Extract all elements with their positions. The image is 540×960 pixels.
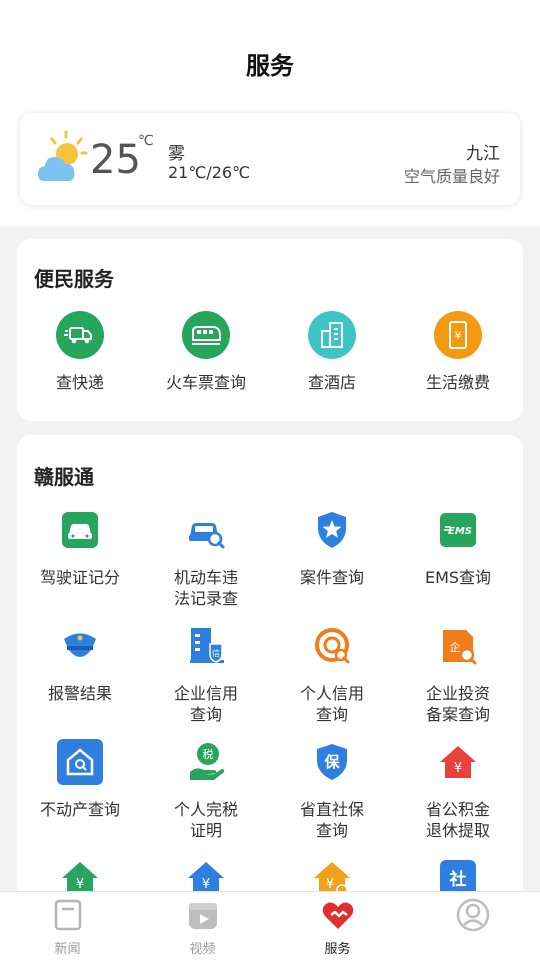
car-icon [62, 512, 98, 548]
ganfutong-card: 赣服通 驾驶证记分 机动车违 法记录查 案件查询 EMS EMS查询 报警结果 … [17, 435, 523, 905]
svg-text:¥: ¥ [326, 877, 334, 892]
temperature-range: 21℃/26℃ [168, 163, 251, 182]
svg-text:¥: ¥ [76, 877, 84, 892]
service-label-line2: 证明 [189, 821, 222, 840]
investment-icon: 企 [443, 630, 477, 665]
service-label: 省直社保 [299, 800, 364, 819]
temperature: 25 [90, 137, 141, 183]
service-label: 生活缴费 [425, 373, 490, 392]
service-label-line2: 法记录查 [173, 589, 238, 608]
house-search-icon [57, 739, 103, 785]
service-label-line2: 查询 [315, 821, 348, 840]
service-label: 案件查询 [299, 568, 364, 587]
service-label: 报警结果 [47, 684, 112, 703]
service-bills[interactable]: ¥ 生活缴费 [395, 311, 521, 393]
svg-text:企: 企 [450, 640, 461, 654]
tab-service[interactable]: 服务 [270, 898, 405, 957]
city-name: 九江 [466, 144, 500, 164]
company-credit-icon: 信 [190, 628, 224, 663]
service-tax-certificate[interactable]: 税 个人完税 证明 [143, 738, 269, 841]
svg-text:¥: ¥ [202, 877, 210, 892]
svg-text:¥: ¥ [455, 329, 462, 342]
service-label: 驾驶证记分 [39, 568, 120, 587]
car-search-icon [189, 523, 225, 549]
tab-label: 服务 [324, 942, 351, 957]
service-investment-filing[interactable]: 企 企业投资备案查询 [395, 622, 521, 725]
service-label: 企业投资 [425, 684, 490, 703]
service-label: 查快递 [55, 373, 104, 392]
svg-text:¥: ¥ [454, 761, 462, 776]
service-label: 个人完税 [173, 800, 238, 819]
service-label: 个人信用 [299, 684, 364, 703]
service-license-points[interactable]: 驾驶证记分 [17, 506, 143, 588]
ems-icon: EMS [440, 513, 476, 547]
hotel-icon [308, 311, 356, 359]
service-hotel[interactable]: 查酒店 [269, 311, 395, 393]
service-social-security[interactable]: 保 省直社保 查询 [269, 738, 395, 841]
service-label: 火车票查询 [165, 373, 246, 392]
service-label-line2: 退休提取 [425, 821, 490, 840]
service-label: 企业信用 [173, 684, 238, 703]
convenience-title: 便民服务 [34, 267, 114, 291]
ganfutong-title: 赣服通 [34, 465, 94, 489]
service-vehicle-violation[interactable]: 机动车违 法记录查 [143, 506, 269, 609]
service-label: EMS查询 [424, 568, 492, 587]
video-icon [188, 903, 217, 929]
service-label-line2: 备案查询 [425, 705, 490, 724]
personal-credit-icon [315, 628, 350, 664]
air-quality: 空气质量良好 [403, 167, 500, 186]
police-cap-icon [64, 633, 96, 657]
service-label: 机动车违 [173, 568, 238, 587]
phone-bill-icon: ¥ [434, 311, 482, 359]
svg-text:信: 信 [212, 648, 220, 658]
service-company-credit[interactable]: 信 企业信用查询 [143, 622, 269, 725]
service-train[interactable]: 火车票查询 [143, 311, 269, 393]
tab-label: 视频 [189, 942, 216, 957]
service-label: 不动产查询 [39, 800, 120, 819]
tab-label: 新闻 [54, 942, 81, 957]
service-heart-icon [322, 902, 353, 929]
user-avatar-icon [456, 898, 489, 932]
tab-profile[interactable] [405, 898, 540, 938]
train-icon [182, 311, 230, 359]
service-label: 查酒店 [307, 373, 356, 392]
truck-icon [56, 311, 104, 359]
bottom-tab-bar: 新闻 视频 服务 [0, 891, 540, 960]
svg-text:保: 保 [323, 753, 340, 771]
service-ems-query[interactable]: EMS EMS查询 [395, 506, 521, 588]
service-case-query[interactable]: 案件查询 [269, 506, 395, 588]
temperature-unit: ℃ [138, 133, 154, 149]
page-title: 服务 [246, 52, 294, 80]
service-label-line2: 查询 [315, 705, 348, 724]
service-label-line2: 查询 [189, 705, 222, 724]
news-icon [54, 899, 81, 931]
tab-news[interactable]: 新闻 [0, 898, 135, 957]
service-police-result[interactable]: 报警结果 [17, 622, 143, 704]
fog-sun-icon [38, 130, 88, 181]
weather-card[interactable]: 25 ℃ 雾 21℃/26℃ 九江 空气质量良好 [20, 113, 520, 205]
weather-condition: 雾 [168, 144, 185, 164]
convenience-card: 便民服务 查快递 火车票查询 查酒店 ¥ 生活缴费 [17, 239, 523, 421]
service-personal-credit[interactable]: 个人信用 查询 [269, 622, 395, 725]
tax-icon: 税 [190, 743, 225, 780]
housing-fund-icon: ¥ [440, 746, 476, 778]
police-badge-icon [318, 512, 346, 548]
service-express[interactable]: 查快递 [17, 311, 143, 393]
service-housing-fund[interactable]: ¥ 省公积金退休提取 [395, 738, 521, 841]
tab-video[interactable]: 视频 [135, 898, 270, 957]
svg-text:税: 税 [203, 747, 214, 761]
svg-text:社: 社 [449, 869, 467, 890]
svg-text:EMS: EMS [448, 526, 472, 537]
social-security-icon: 保 [317, 744, 347, 780]
service-real-estate[interactable]: 不动产查询 [17, 738, 143, 820]
service-label: 省公积金 [425, 800, 490, 819]
